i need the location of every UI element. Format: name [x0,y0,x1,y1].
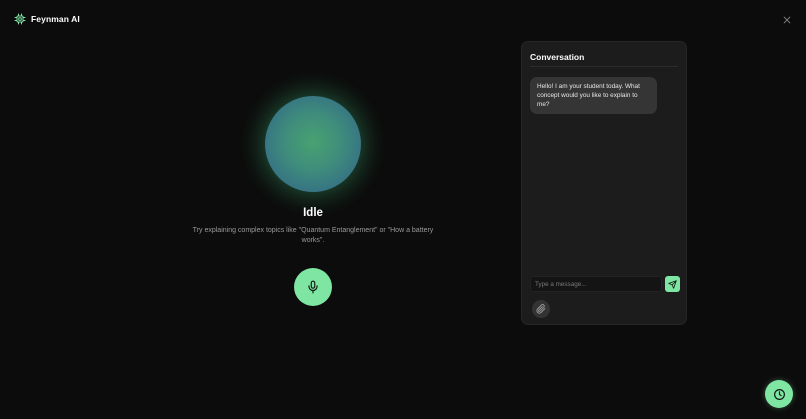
status-title: Idle [303,207,323,219]
voice-orb [265,96,361,192]
panel-divider [530,66,678,67]
send-icon [668,279,677,289]
panel-title: Conversation [530,52,585,62]
paperclip-icon [536,304,546,314]
clock-icon [773,388,786,401]
close-icon [782,15,792,25]
app-name: Feynman AI [31,14,80,24]
message-input[interactable] [530,276,662,292]
brand: Feynman AI [14,13,80,25]
conversation-panel: Conversation Hello! I am your student to… [521,41,687,325]
microphone-icon [306,280,320,294]
app-root: Feynman AI Idle Try explaining complex t… [0,0,806,419]
microphone-button[interactable] [294,268,332,306]
attach-button[interactable] [532,300,550,318]
hint-text: Try explaining complex topics like "Quan… [192,227,434,244]
chip-icon [14,13,26,25]
history-button[interactable] [765,380,793,408]
close-button[interactable] [780,13,793,26]
send-button[interactable] [665,276,680,292]
message-input-row [530,276,680,292]
message-bubble: Hello! I am your student today. What con… [530,77,657,114]
